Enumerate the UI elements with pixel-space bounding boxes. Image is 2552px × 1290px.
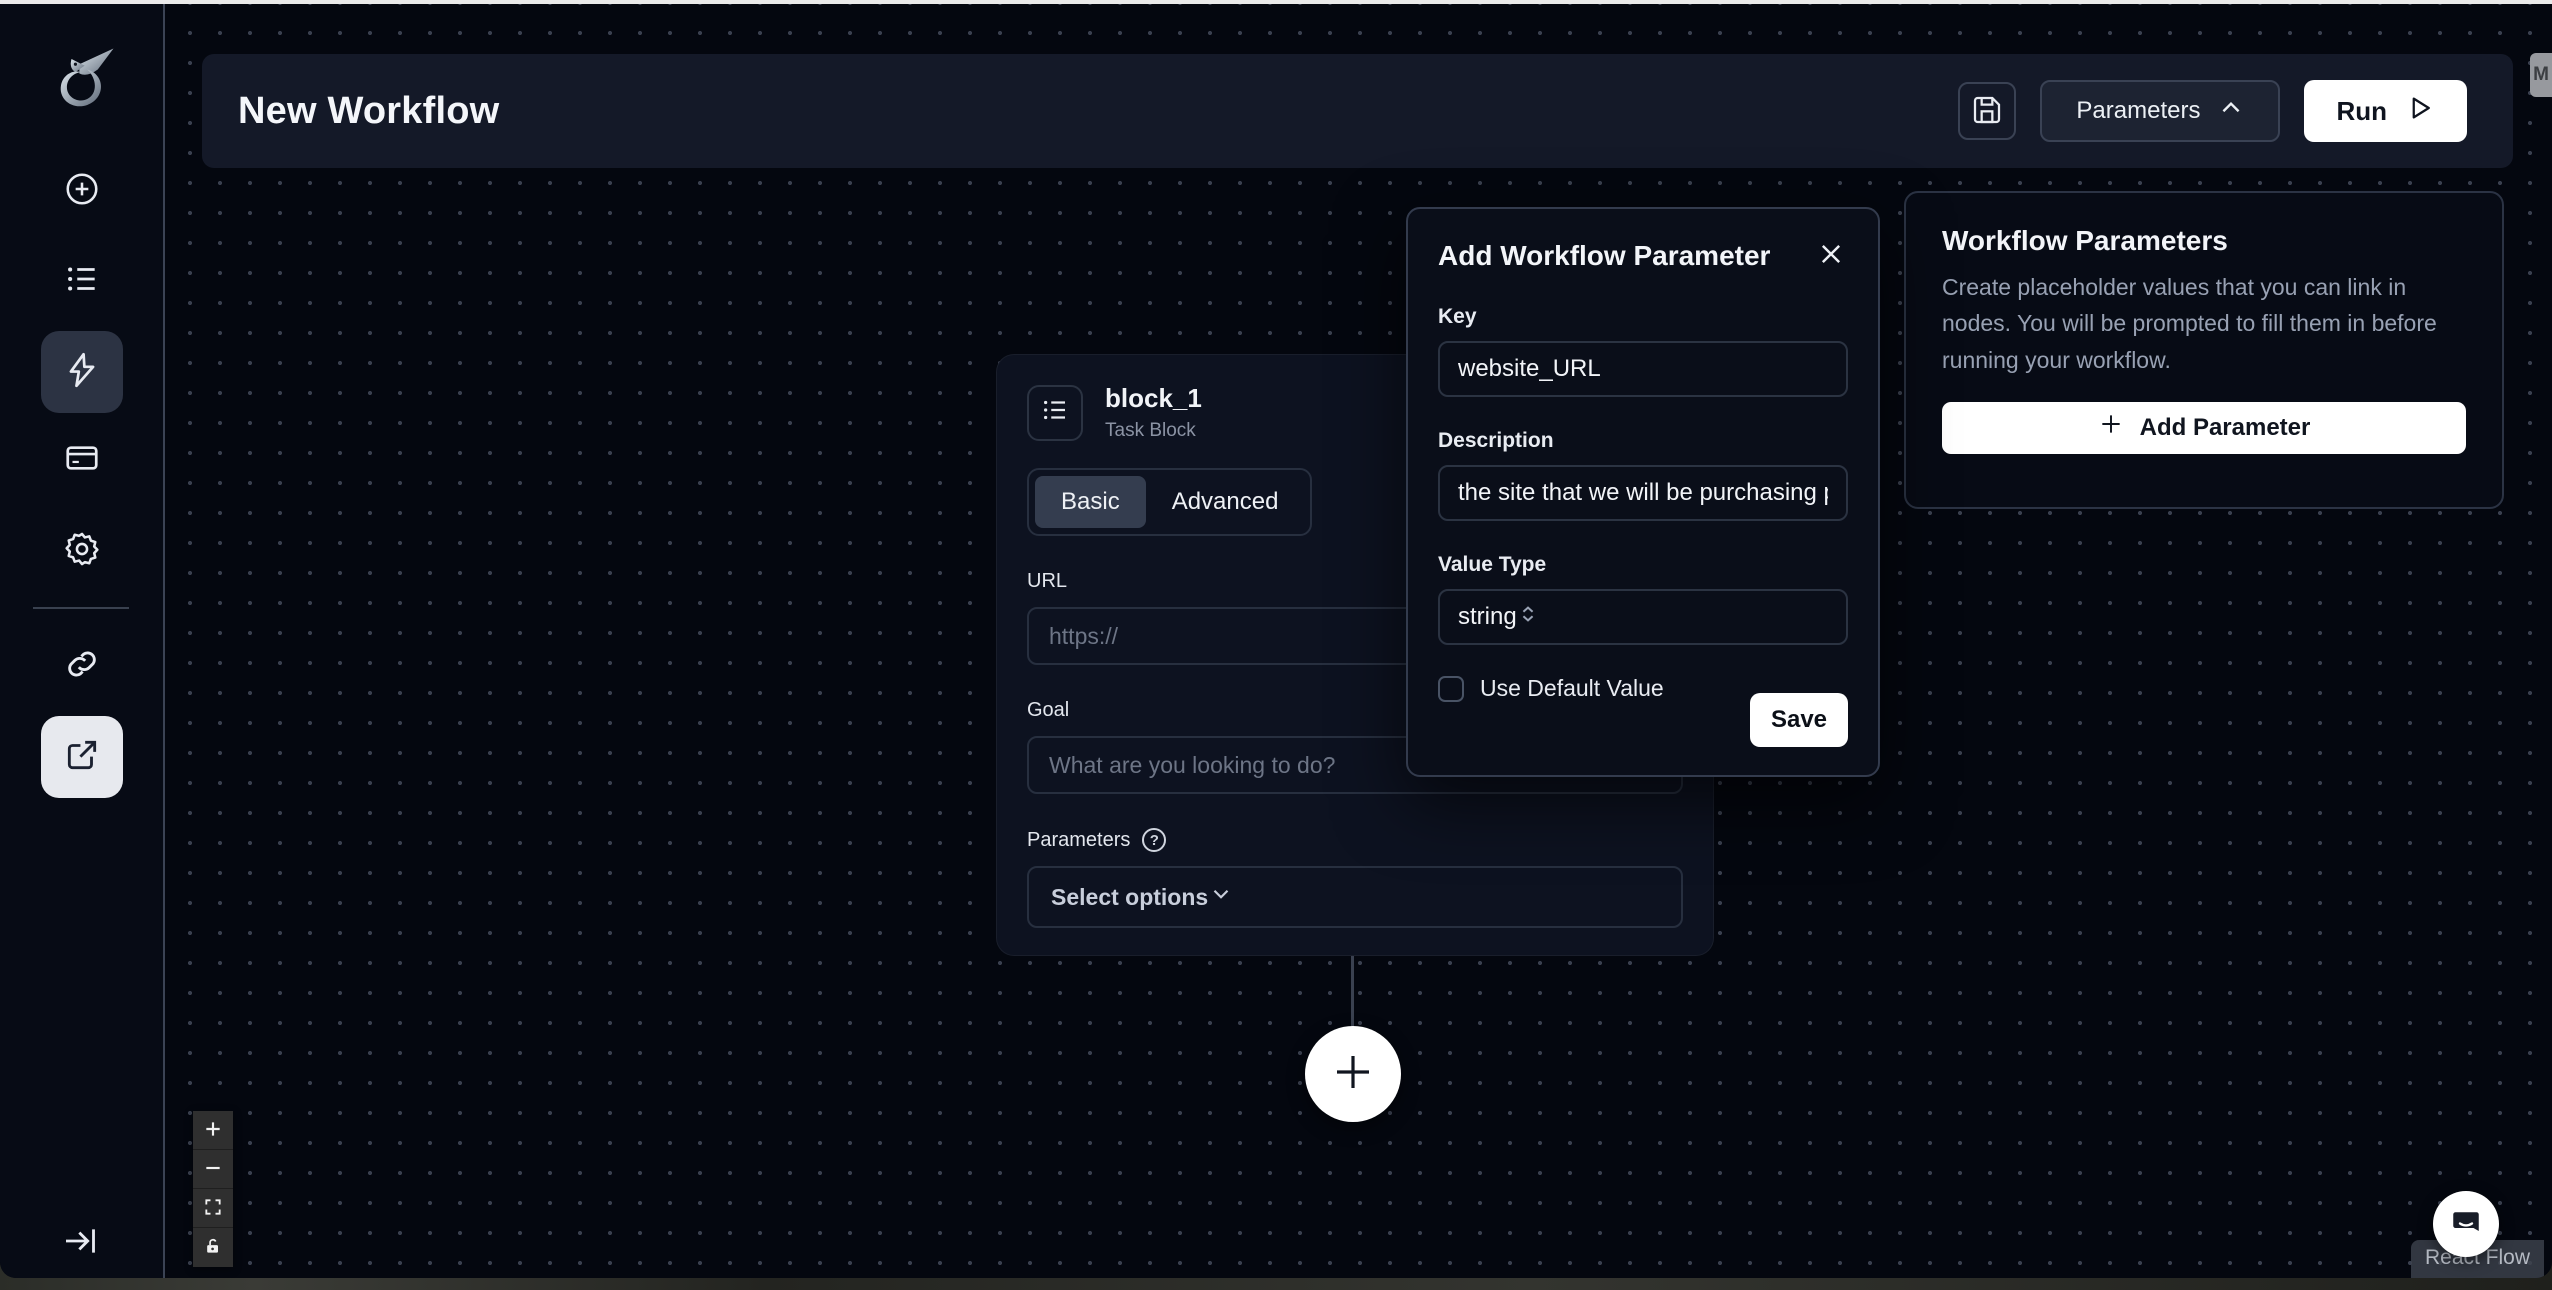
zoom-in-icon xyxy=(203,1119,223,1142)
sidebar-item-workflows-active[interactable] xyxy=(41,331,123,413)
page-title: New Workflow xyxy=(238,90,499,133)
parameters-select[interactable]: Select options xyxy=(1027,866,1683,928)
value-type-label: Value Type xyxy=(1438,553,1848,577)
close-icon xyxy=(1817,240,1845,273)
parameters-select-placeholder: Select options xyxy=(1051,884,1208,911)
workflow-parameters-panel: Workflow Parameters Create placeholder v… xyxy=(1904,191,2504,509)
lightning-bolt-icon xyxy=(63,351,101,394)
save-button[interactable] xyxy=(1958,82,2016,140)
collapse-sidebar-button[interactable] xyxy=(58,1220,104,1266)
chat-bubble-icon xyxy=(2448,1204,2484,1245)
key-label: Key xyxy=(1438,305,1848,329)
key-input[interactable] xyxy=(1438,341,1848,397)
panel-description: Create placeholder values that you can l… xyxy=(1942,269,2466,378)
save-parameter-button[interactable]: Save xyxy=(1750,693,1848,747)
add-plus-icon xyxy=(1329,1048,1377,1101)
block-tabs: Basic Advanced xyxy=(1027,468,1312,536)
help-circle-icon[interactable]: ? xyxy=(1142,828,1166,852)
add-block-node[interactable] xyxy=(1305,1026,1401,1122)
save-icon xyxy=(1971,94,2003,129)
sidebar-item-share-active[interactable] xyxy=(41,716,123,798)
screen-top-strip xyxy=(0,0,2552,4)
dragon-logo xyxy=(40,38,124,122)
app-window: New Workflow Parameters Run xyxy=(0,4,2552,1278)
fit-view-icon xyxy=(203,1197,223,1220)
lock-button[interactable] xyxy=(193,1228,233,1267)
run-button[interactable]: Run xyxy=(2304,80,2467,142)
description-input[interactable] xyxy=(1438,465,1848,521)
canvas-controls xyxy=(193,1111,233,1267)
parameters-label: Parameters xyxy=(1027,829,1130,852)
sidebar-item-settings[interactable] xyxy=(41,510,123,592)
sidebar xyxy=(0,4,165,1278)
chat-launcher[interactable] xyxy=(2433,1191,2499,1257)
credit-card-icon xyxy=(63,439,101,482)
play-icon xyxy=(2405,93,2435,130)
zoom-out-button[interactable] xyxy=(193,1150,233,1189)
collapse-sidebar-icon xyxy=(61,1221,101,1266)
updown-chevron-icon xyxy=(1517,603,1539,632)
sidebar-item-integrations[interactable] xyxy=(41,625,123,707)
sidebar-divider xyxy=(33,607,129,609)
lock-icon xyxy=(203,1236,223,1259)
plus-circle-icon xyxy=(63,170,101,213)
add-parameter-modal: Add Workflow Parameter Key Description V… xyxy=(1406,207,1880,777)
chevron-up-icon xyxy=(2218,95,2244,128)
workflow-header: New Workflow Parameters Run xyxy=(202,54,2513,168)
value-type-select[interactable]: string xyxy=(1438,589,1848,645)
value-type-value: string xyxy=(1458,603,1517,631)
tab-advanced[interactable]: Advanced xyxy=(1146,476,1305,528)
edge-connector xyxy=(1351,956,1354,1028)
panel-title: Workflow Parameters xyxy=(1942,225,2466,257)
list-icon xyxy=(63,260,101,303)
list-icon xyxy=(1040,395,1070,430)
use-default-value-label: Use Default Value xyxy=(1480,675,1664,702)
link-icon xyxy=(63,645,101,688)
description-label: Description xyxy=(1438,429,1848,453)
tab-basic[interactable]: Basic xyxy=(1035,476,1146,528)
zoom-in-button[interactable] xyxy=(193,1111,233,1150)
run-label: Run xyxy=(2336,96,2387,127)
use-default-value-checkbox[interactable] xyxy=(1438,676,1464,702)
parameters-toggle-button[interactable]: Parameters xyxy=(2040,80,2280,142)
chevron-down-icon xyxy=(1208,881,1234,913)
fit-view-button[interactable] xyxy=(193,1189,233,1228)
close-button[interactable] xyxy=(1814,239,1848,273)
add-plus-icon xyxy=(2098,411,2124,444)
block-icon-box xyxy=(1027,385,1083,441)
zoom-out-icon xyxy=(203,1158,223,1181)
modal-title: Add Workflow Parameter xyxy=(1438,240,1770,272)
gear-icon xyxy=(63,530,101,573)
add-parameter-button[interactable]: Add Parameter xyxy=(1942,402,2466,454)
block-title: block_1 xyxy=(1105,383,1202,414)
add-parameter-label: Add Parameter xyxy=(2140,414,2311,442)
block-subtitle: Task Block xyxy=(1105,420,1202,442)
edge-widget[interactable]: M xyxy=(2530,53,2552,97)
sidebar-item-create[interactable] xyxy=(41,150,123,232)
external-link-icon xyxy=(63,736,101,779)
sidebar-item-runs[interactable] xyxy=(41,240,123,322)
parameters-toggle-label: Parameters xyxy=(2076,97,2200,125)
sidebar-item-billing[interactable] xyxy=(41,419,123,501)
